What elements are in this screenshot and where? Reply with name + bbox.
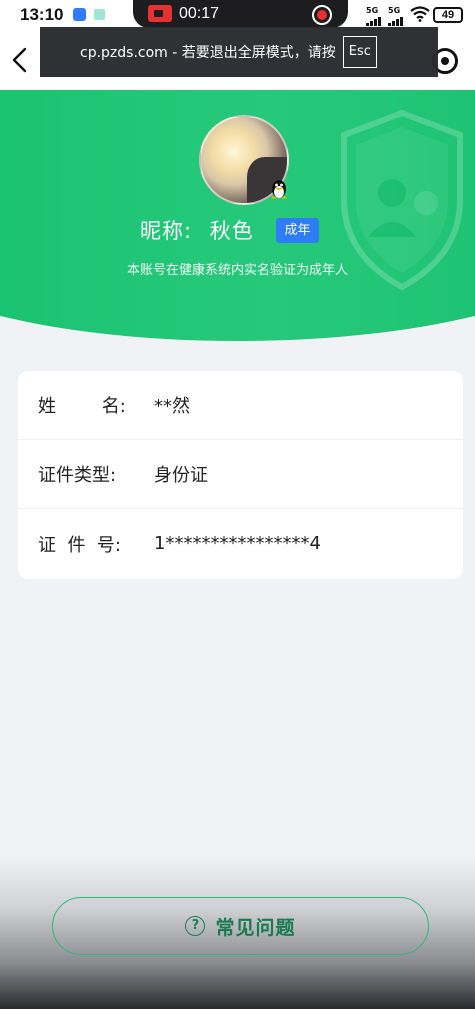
recording-time: 00:17 [179, 5, 220, 22]
info-row-id-number: 证 件 号: 1****************4 [18, 509, 463, 578]
faq-button[interactable]: ? 常见问题 [52, 897, 429, 955]
battery-indicator: 49 [433, 7, 463, 23]
info-label: 证件类型: [38, 465, 117, 486]
fullscreen-toast-message: cp.pzds.com - 若要退出全屏模式，请按 [80, 45, 336, 61]
qq-penguin-icon [271, 180, 287, 199]
info-row-id-type: 证件类型: 身份证 [18, 440, 463, 509]
esc-key-hint: Esc [342, 36, 377, 68]
wifi-icon [410, 6, 430, 22]
nickname-value: 秋色 [209, 219, 254, 243]
nickname-label: 昵称: [140, 219, 193, 243]
cellular-signal-icon-2: 5G [388, 7, 403, 26]
signal-type-label: 5G [366, 6, 379, 15]
signal-type-label-2: 5G [388, 6, 401, 15]
info-value: 1****************4 [154, 533, 321, 554]
fullscreen-exit-toast: cp.pzds.com - 若要退出全屏模式，请按 Esc [40, 27, 438, 77]
info-label: 姓 名: [38, 396, 126, 417]
video-camera-icon [148, 5, 172, 22]
info-label: 证 件 号: [38, 534, 121, 556]
nickname: 昵称: 秋色 [140, 215, 254, 245]
verification-note: 本账号在健康系统内实名验证为成年人 [126, 263, 348, 278]
question-mark-icon: ? [185, 916, 206, 936]
profile-header: 昵称: 秋色 成年 本账号在健康系统内实名验证为成年人 [0, 89, 475, 341]
adult-status-badge: 成年 [276, 218, 319, 243]
info-row-name: 姓 名: **然 [18, 371, 463, 440]
info-value: **然 [154, 396, 190, 417]
cellular-signal-icon: 5G [366, 7, 381, 26]
status-time: 13:10 [20, 5, 64, 24]
identity-info-card: 姓 名: **然 证件类型: 身份证 证 件 号: 1*************… [18, 371, 463, 579]
faq-button-label: 常见问题 [215, 916, 296, 939]
stop-recording-icon[interactable] [312, 5, 332, 25]
info-value: 身份证 [154, 465, 208, 486]
back-arrow-icon[interactable] [8, 46, 32, 74]
app-notification-icon [73, 8, 86, 21]
app-notification-icon-2 [94, 9, 105, 20]
status-bar: 13:10 00:17 5G 5G 49 [0, 0, 475, 30]
